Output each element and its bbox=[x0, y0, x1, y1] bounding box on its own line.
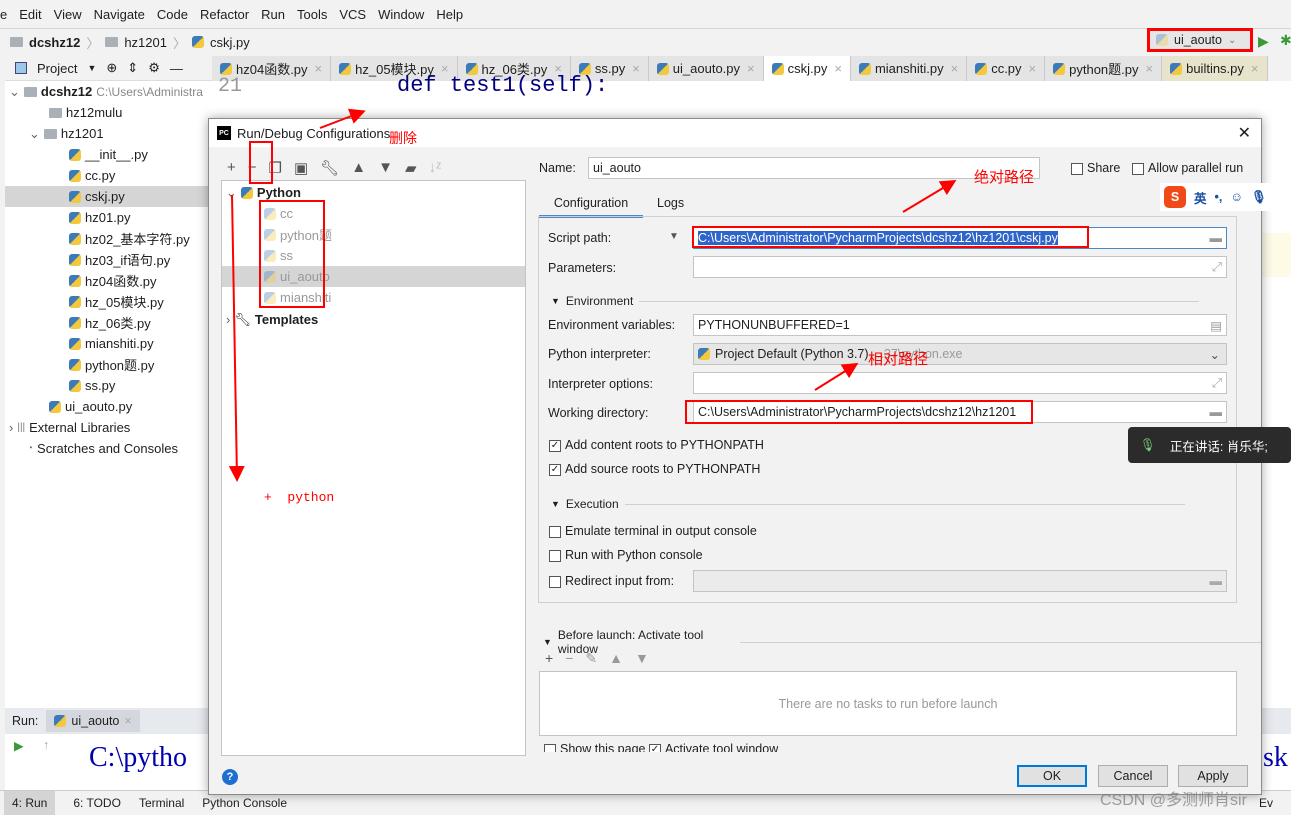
annotation-arrows bbox=[228, 108, 957, 482]
annotation-text: + python bbox=[264, 490, 335, 505]
emoji-icon: ☺ bbox=[1230, 190, 1244, 204]
voice-popup: 🎙︎ 正在讲话: 肖乐华; bbox=[1128, 427, 1291, 463]
mic-icon: 🎙︎ bbox=[1140, 437, 1156, 452]
annotation-text: 相对路径 bbox=[868, 351, 929, 368]
arrow bbox=[814, 362, 859, 391]
annotation-text: 删除 bbox=[389, 130, 417, 146]
mic-icon: 🎙︎ bbox=[1251, 189, 1268, 204]
arrow bbox=[319, 108, 366, 129]
arrow bbox=[228, 194, 245, 482]
annotation-text: 绝对路径 bbox=[974, 169, 1035, 186]
ime-toolbar[interactable]: S 英 •, ☺ 🎙︎ bbox=[1160, 183, 1291, 211]
sogou-logo: S bbox=[1164, 186, 1186, 208]
arrow bbox=[902, 179, 957, 213]
watermark: CSDN @多测师肖sir bbox=[1100, 792, 1247, 809]
ime-lang[interactable]: 英 bbox=[1194, 188, 1207, 207]
